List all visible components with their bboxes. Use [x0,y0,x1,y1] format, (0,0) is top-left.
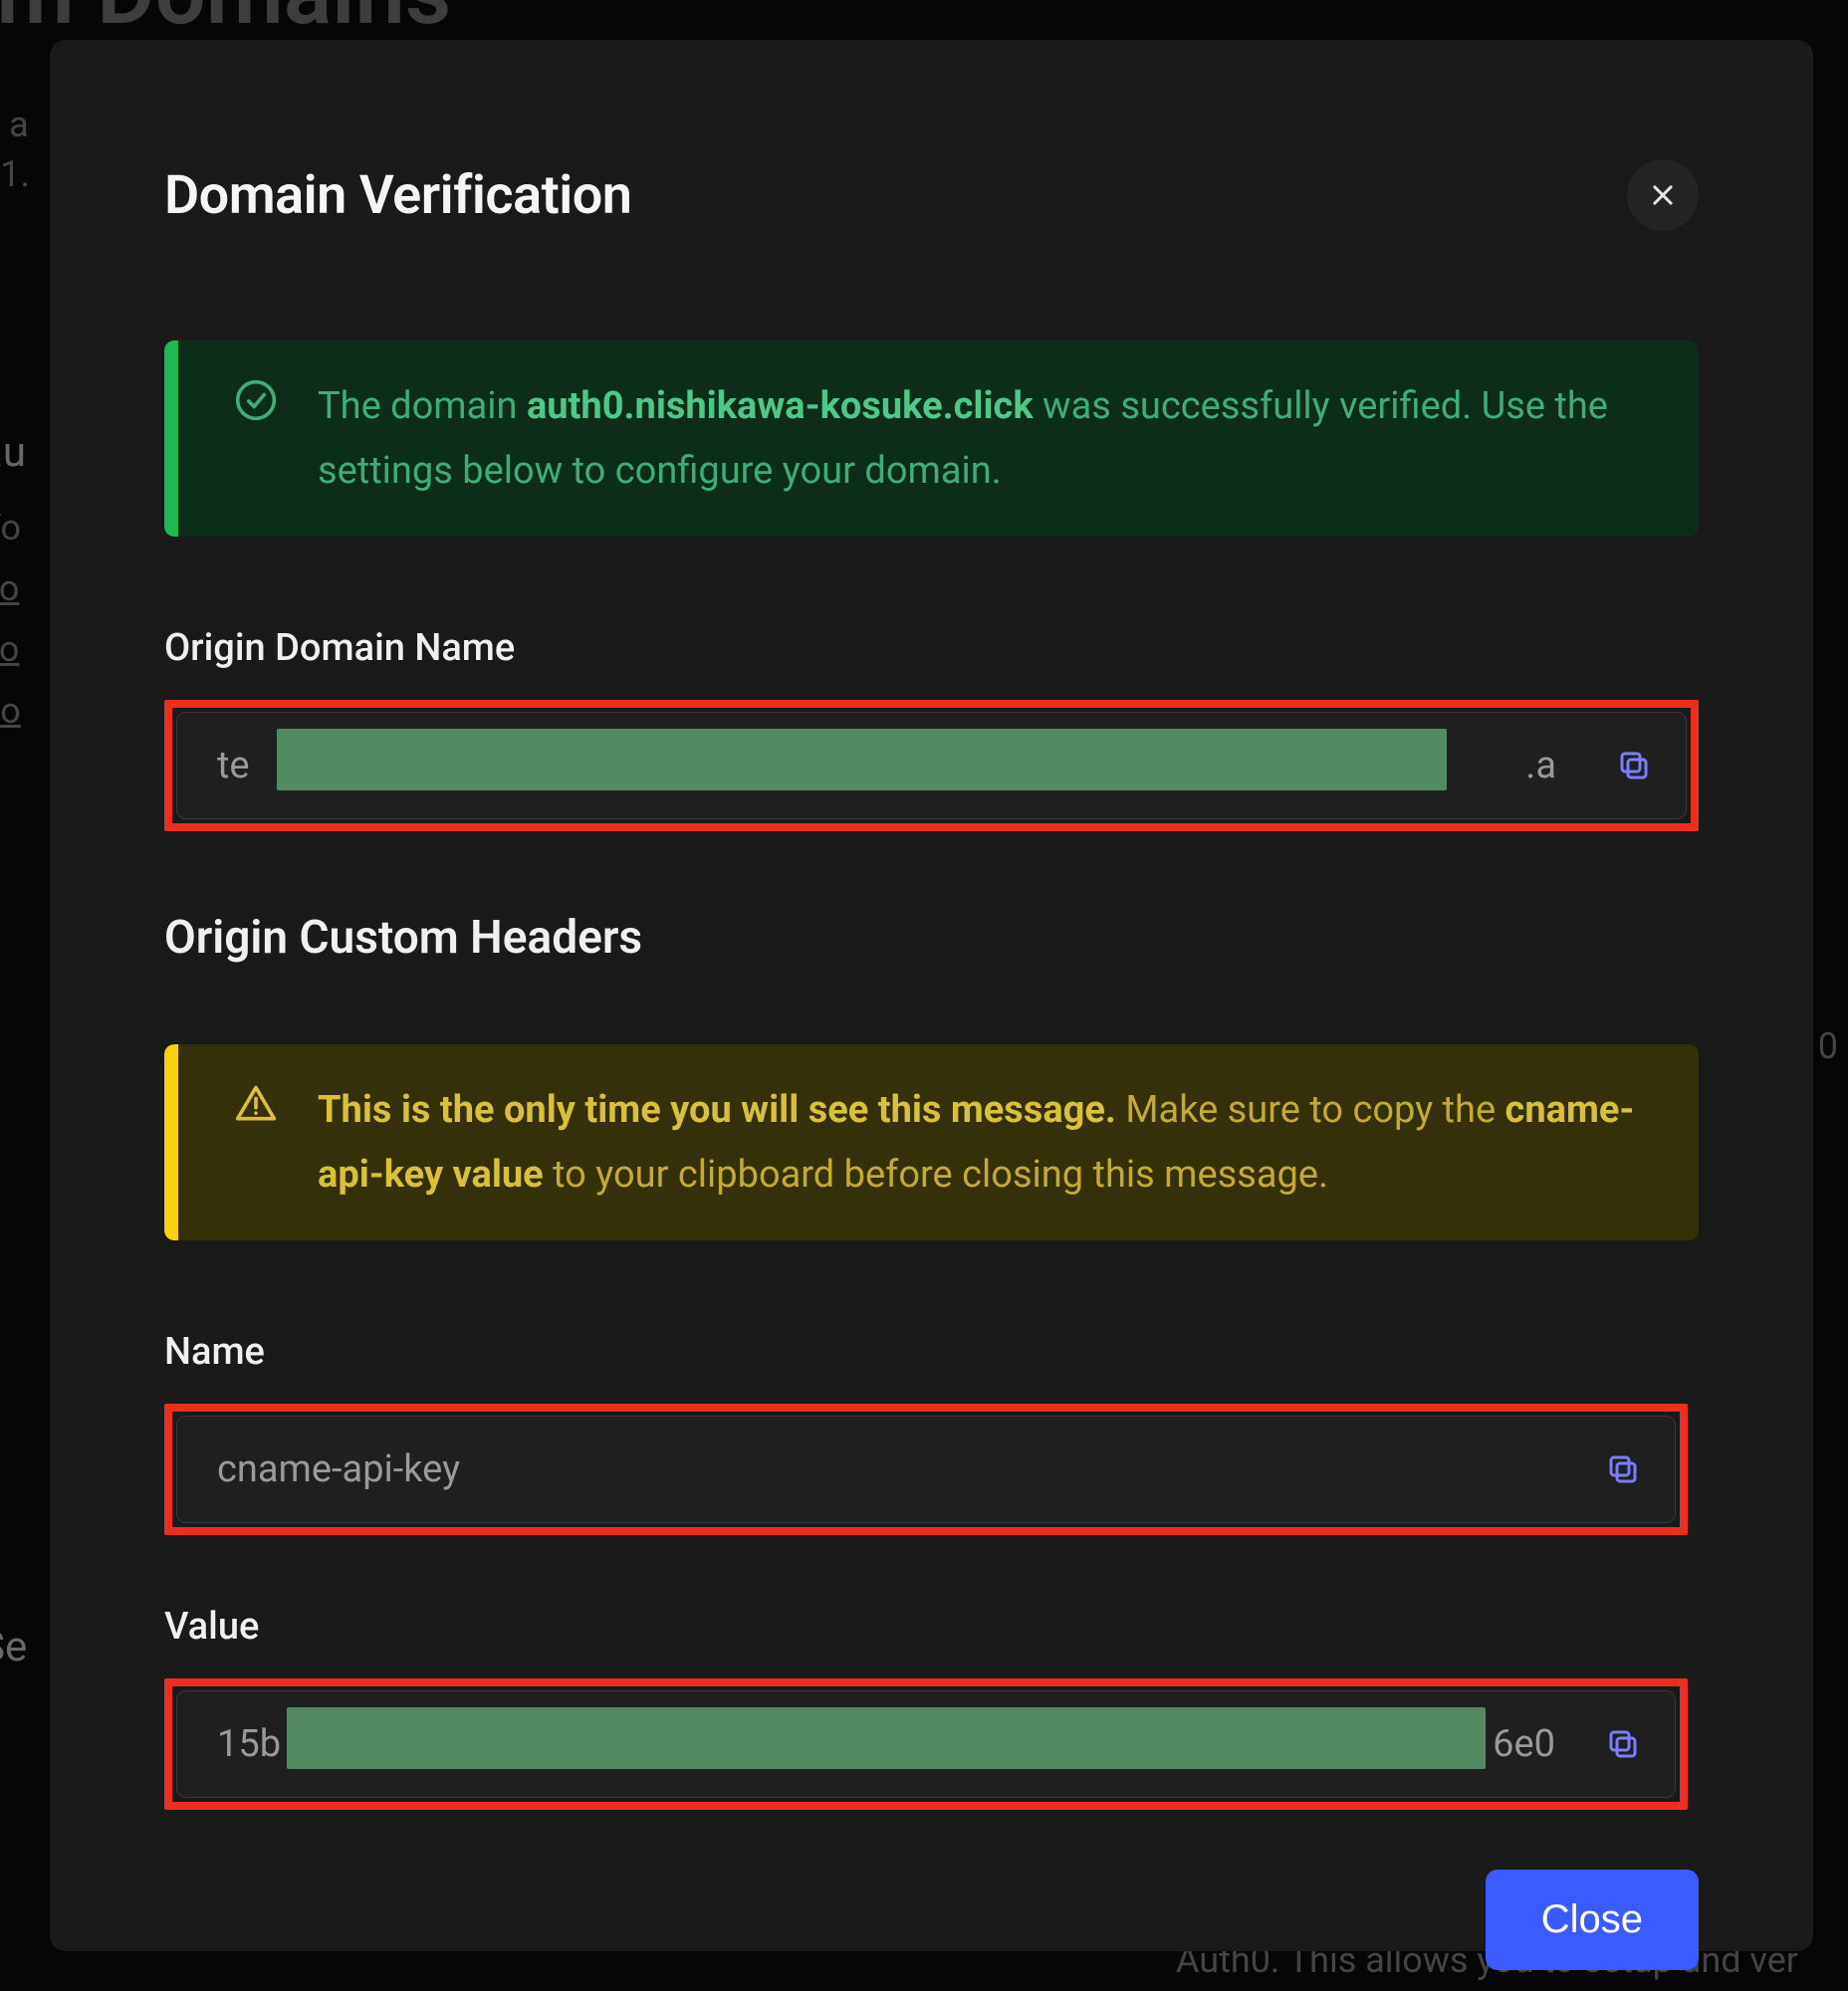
modal-footer: Close [164,1870,1699,1970]
check-circle-icon [234,378,278,422]
value-field[interactable]: 15b 6e0 [176,1690,1676,1798]
copy-value-button[interactable] [1601,1722,1645,1766]
value-label: Value [164,1605,1699,1649]
origin-domain-field-highlight: te .a [164,700,1699,831]
origin-custom-headers-title: Origin Custom Headers [164,911,1699,965]
success-banner: The domain auth0.nishikawa-kosuke.click … [164,340,1699,537]
value-suffix: 6e0 [1493,1722,1555,1766]
copy-origin-domain-button[interactable] [1612,744,1656,787]
origin-domain-value-suffix: .a [1525,744,1556,787]
value-field-highlight: 15b 6e0 [164,1678,1688,1810]
origin-domain-field[interactable]: te .a [176,712,1687,819]
redaction-block [277,729,1447,790]
warning-banner: This is the only time you will see this … [164,1044,1699,1240]
modal-title: Domain Verification [164,164,631,227]
close-icon [1649,181,1677,209]
name-field-highlight: cname-api-key [164,1404,1688,1535]
domain-verification-modal: Domain Verification The domain auth0.nis… [50,40,1813,1951]
redaction-block [287,1707,1486,1769]
name-label: Name [164,1330,1699,1374]
success-message: The domain auth0.nishikawa-kosuke.click … [318,374,1655,503]
name-field[interactable]: cname-api-key [176,1416,1676,1523]
warning-icon [234,1082,278,1126]
origin-domain-label: Origin Domain Name [164,626,1699,670]
name-value: cname-api-key [217,1447,460,1491]
close-button[interactable] [1627,159,1699,231]
warning-message: This is the only time you will see this … [318,1078,1655,1207]
close-modal-button[interactable]: Close [1486,1870,1699,1970]
origin-domain-value-prefix: te [217,744,250,787]
copy-icon [1616,748,1652,783]
copy-name-button[interactable] [1601,1447,1645,1491]
modal-header: Domain Verification [164,159,1699,231]
copy-icon [1605,1451,1641,1487]
copy-icon [1605,1726,1641,1762]
value-prefix: 15b [217,1722,281,1766]
